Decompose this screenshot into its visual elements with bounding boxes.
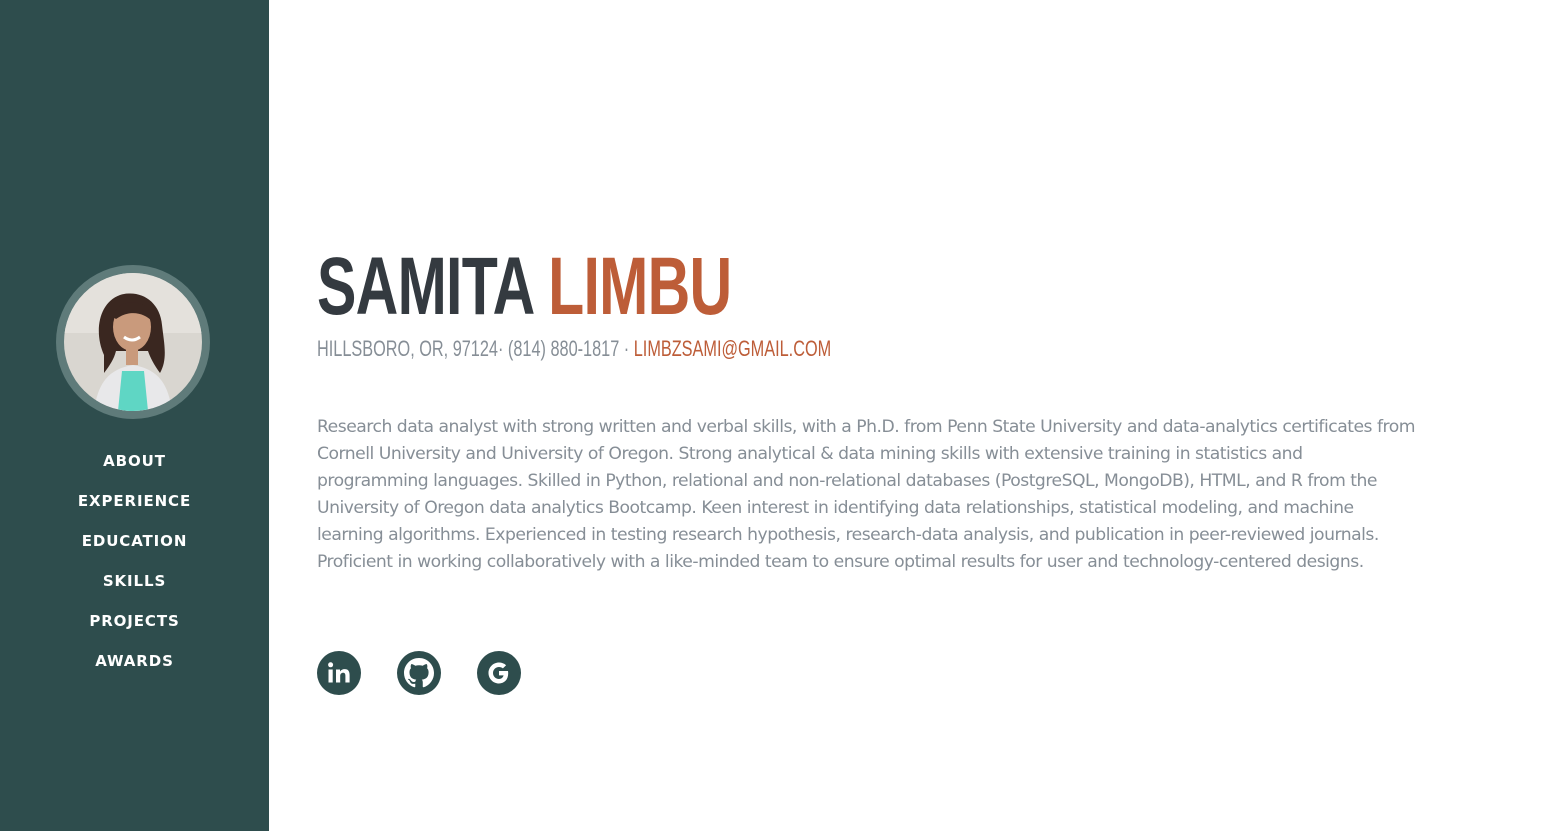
- github-icon: [404, 658, 434, 688]
- nav-link-awards[interactable]: AWARDS: [95, 649, 174, 673]
- google-icon: [488, 662, 509, 684]
- linkedin-icon: [328, 662, 350, 683]
- nav-link-about[interactable]: ABOUT: [103, 449, 166, 473]
- nav-item-experience: EXPERIENCE: [0, 489, 269, 529]
- profile-name: SAMITA LIMBU: [317, 241, 732, 332]
- sidebar-nav: ABOUT EXPERIENCE EDUCATION SKILLS PROJEC…: [0, 449, 269, 689]
- linkedin-link[interactable]: [317, 651, 361, 695]
- social-links: [317, 651, 521, 695]
- contact-line: HILLSBORO, OR, 97124· (814) 880-1817 · L…: [317, 336, 832, 361]
- nav-item-awards: AWARDS: [0, 649, 269, 689]
- nav-link-projects[interactable]: PROJECTS: [89, 609, 179, 633]
- nav-link-education[interactable]: EDUCATION: [82, 529, 188, 553]
- first-name: SAMITA: [317, 241, 533, 332]
- sidebar: ABOUT EXPERIENCE EDUCATION SKILLS PROJEC…: [0, 0, 269, 831]
- nav-item-education: EDUCATION: [0, 529, 269, 569]
- nav-item-skills: SKILLS: [0, 569, 269, 609]
- google-link[interactable]: [477, 651, 521, 695]
- profile-photo: [64, 273, 202, 411]
- summary-paragraph: Research data analyst with strong writte…: [317, 417, 1415, 572]
- nav-link-skills[interactable]: SKILLS: [103, 569, 166, 593]
- nav-item-projects: PROJECTS: [0, 609, 269, 649]
- avatar[interactable]: [56, 265, 210, 419]
- nav-link-experience[interactable]: EXPERIENCE: [78, 489, 191, 513]
- nav-item-about: ABOUT: [0, 449, 269, 489]
- last-name: LIMBU: [548, 241, 732, 332]
- contact-email-link[interactable]: LIMBZSAMI@GMAIL.COM: [634, 336, 831, 361]
- contact-phone: (814) 880-1817: [507, 336, 620, 361]
- contact-location: HILLSBORO, OR, 97124: [317, 336, 498, 361]
- github-link[interactable]: [397, 651, 441, 695]
